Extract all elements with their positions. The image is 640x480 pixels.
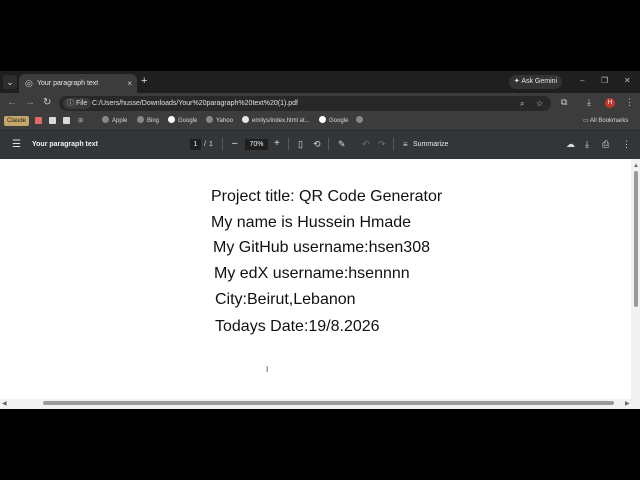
- address-bar[interactable]: ⓘ File C:/Users/husse/Downloads/Your%20p…: [59, 96, 551, 111]
- zoom-level-input[interactable]: 70%: [245, 139, 268, 150]
- more-options-icon[interactable]: ⋮: [622, 139, 631, 150]
- tab-title: Your paragraph text: [37, 80, 99, 87]
- browser-window: ⌄ ◎ Your paragraph text × + ✦ Ask Gemini…: [0, 71, 640, 409]
- apps-grid-icon[interactable]: ⊞: [78, 116, 83, 126]
- doc-line-edx: My edX username:hsennnn: [214, 265, 410, 282]
- toolbar-divider: [393, 138, 394, 150]
- bookmark-label: Bing: [147, 118, 160, 124]
- tab-active[interactable]: ◎ Your paragraph text ×: [19, 74, 137, 93]
- doc-line-date: Todays Date:19/8.2026: [215, 318, 380, 335]
- bookmark-label: Yahoo: [216, 118, 233, 124]
- more-menu-icon[interactable]: ⋮: [625, 97, 634, 108]
- globe-icon: [356, 116, 363, 123]
- bookmark-app-icon[interactable]: [35, 117, 42, 124]
- scroll-left-arrow-icon[interactable]: ◀: [2, 401, 7, 407]
- github-icon: [242, 116, 249, 123]
- page-separator: /: [204, 141, 206, 148]
- tab-strip: ⌄ ◎ Your paragraph text × + ✦ Ask Gemini…: [0, 71, 640, 93]
- restore-button[interactable]: ❐: [601, 76, 608, 86]
- globe-icon: [206, 116, 213, 123]
- back-button[interactable]: ←: [7, 97, 17, 108]
- scroll-up-arrow-icon[interactable]: ▲: [633, 163, 639, 169]
- extensions-icon[interactable]: ⧉: [561, 97, 567, 108]
- print-icon[interactable]: ⎙: [602, 139, 609, 150]
- new-tab-button[interactable]: +: [141, 76, 147, 87]
- pdf-page: Project title: QR Code Generator My name…: [0, 159, 640, 409]
- download-icon[interactable]: ⤓: [587, 97, 591, 108]
- pdf-toolbar: ☰ Your paragraph text 1 / 1 – 70% + ▯ ⟲ …: [0, 131, 640, 159]
- minimize-button[interactable]: –: [580, 76, 584, 86]
- undo-icon[interactable]: ↶: [362, 139, 370, 150]
- summarize-icon: ≡: [403, 140, 408, 149]
- zoom-search-icon[interactable]: ⌕: [520, 98, 524, 109]
- fit-page-icon[interactable]: ▯: [298, 139, 303, 150]
- horizontal-scroll-thumb[interactable]: [43, 401, 614, 405]
- file-chip-label: File: [75, 100, 88, 107]
- bookmarks-bar: Claude ⊞ Apple Bing Google Yahoo emilys/…: [0, 113, 640, 131]
- toolbar-divider: [328, 138, 329, 150]
- google-icon: [319, 116, 326, 123]
- download-icon[interactable]: ⤓: [585, 139, 589, 150]
- bookmark-label: Apple: [112, 118, 128, 124]
- ask-gemini-label: Ask Gemini: [521, 78, 558, 85]
- scroll-right-arrow-icon[interactable]: ▶: [625, 401, 630, 407]
- pdf-title: Your paragraph text: [32, 141, 98, 148]
- draw-pen-icon[interactable]: ✎: [338, 139, 346, 150]
- chevron-down-icon: ⌄: [6, 77, 14, 87]
- reload-button[interactable]: ↻: [43, 97, 51, 108]
- bookmark-app-icon[interactable]: [49, 117, 56, 124]
- bookmark-item[interactable]: [356, 116, 366, 126]
- profile-avatar[interactable]: H: [605, 98, 615, 108]
- site-info-chip[interactable]: ⓘ File: [63, 98, 92, 109]
- hamburger-menu-icon[interactable]: ☰: [12, 139, 21, 151]
- bookmark-item[interactable]: Apple: [102, 116, 127, 126]
- doc-line-github: My GitHub username:hsen308: [213, 239, 430, 256]
- zoom-in-button[interactable]: +: [274, 138, 280, 150]
- close-window-button[interactable]: ✕: [624, 76, 631, 86]
- bookmark-claude[interactable]: Claude: [4, 116, 30, 126]
- zoom-out-button[interactable]: –: [232, 138, 238, 150]
- vertical-scroll-thumb[interactable]: [634, 171, 638, 307]
- toolbar-divider: [222, 138, 223, 150]
- bookmark-item[interactable]: Bing: [137, 116, 159, 126]
- globe-icon: ◎: [25, 78, 33, 88]
- bookmark-star-icon[interactable]: ☆: [536, 98, 543, 109]
- tab-close-button[interactable]: ×: [127, 78, 132, 89]
- save-to-drive-icon[interactable]: ☁: [566, 139, 575, 150]
- ask-gemini-button[interactable]: ✦ Ask Gemini: [509, 75, 562, 89]
- tab-search-button[interactable]: ⌄: [3, 75, 17, 89]
- doc-line-project-title: Project title: QR Code Generator: [211, 188, 443, 205]
- text-cursor-icon: I: [266, 365, 269, 374]
- bookmark-item[interactable]: Google: [319, 116, 348, 126]
- google-icon: [168, 116, 175, 123]
- summarize-button[interactable]: Summarize: [413, 139, 448, 150]
- page-total: 1: [209, 141, 213, 148]
- page-number-input[interactable]: 1: [190, 139, 201, 150]
- browser-toolbar: ← → ↻ ⓘ File C:/Users/husse/Downloads/Yo…: [0, 93, 640, 113]
- rotate-icon[interactable]: ⟲: [313, 139, 321, 150]
- bookmark-app-icon[interactable]: [63, 117, 70, 124]
- apple-icon: [102, 116, 109, 123]
- doc-line-city: City:Beirut,Lebanon: [215, 291, 356, 308]
- folder-icon: ▭: [583, 118, 591, 124]
- info-icon: ⓘ: [67, 100, 76, 107]
- redo-icon[interactable]: ↷: [378, 139, 386, 150]
- bookmark-label: Google: [329, 118, 349, 124]
- toolbar-divider: [288, 138, 289, 150]
- bookmark-label: Google: [178, 118, 198, 124]
- all-bookmarks-label: All Bookmarks: [590, 118, 629, 124]
- bookmark-label: emilys/index.html at...: [252, 118, 310, 124]
- all-bookmarks-folder[interactable]: ▭ All Bookmarks: [583, 116, 628, 126]
- doc-line-name: My name is Hussein Hmade: [211, 214, 412, 231]
- bookmark-item[interactable]: Yahoo: [206, 116, 233, 126]
- url-text[interactable]: C:/Users/husse/Downloads/Your%20paragrap…: [92, 98, 298, 109]
- bing-icon: [137, 116, 144, 123]
- bookmark-item[interactable]: emilys/index.html at...: [242, 116, 310, 126]
- forward-button[interactable]: →: [25, 97, 35, 108]
- bookmark-item[interactable]: Google: [168, 116, 197, 126]
